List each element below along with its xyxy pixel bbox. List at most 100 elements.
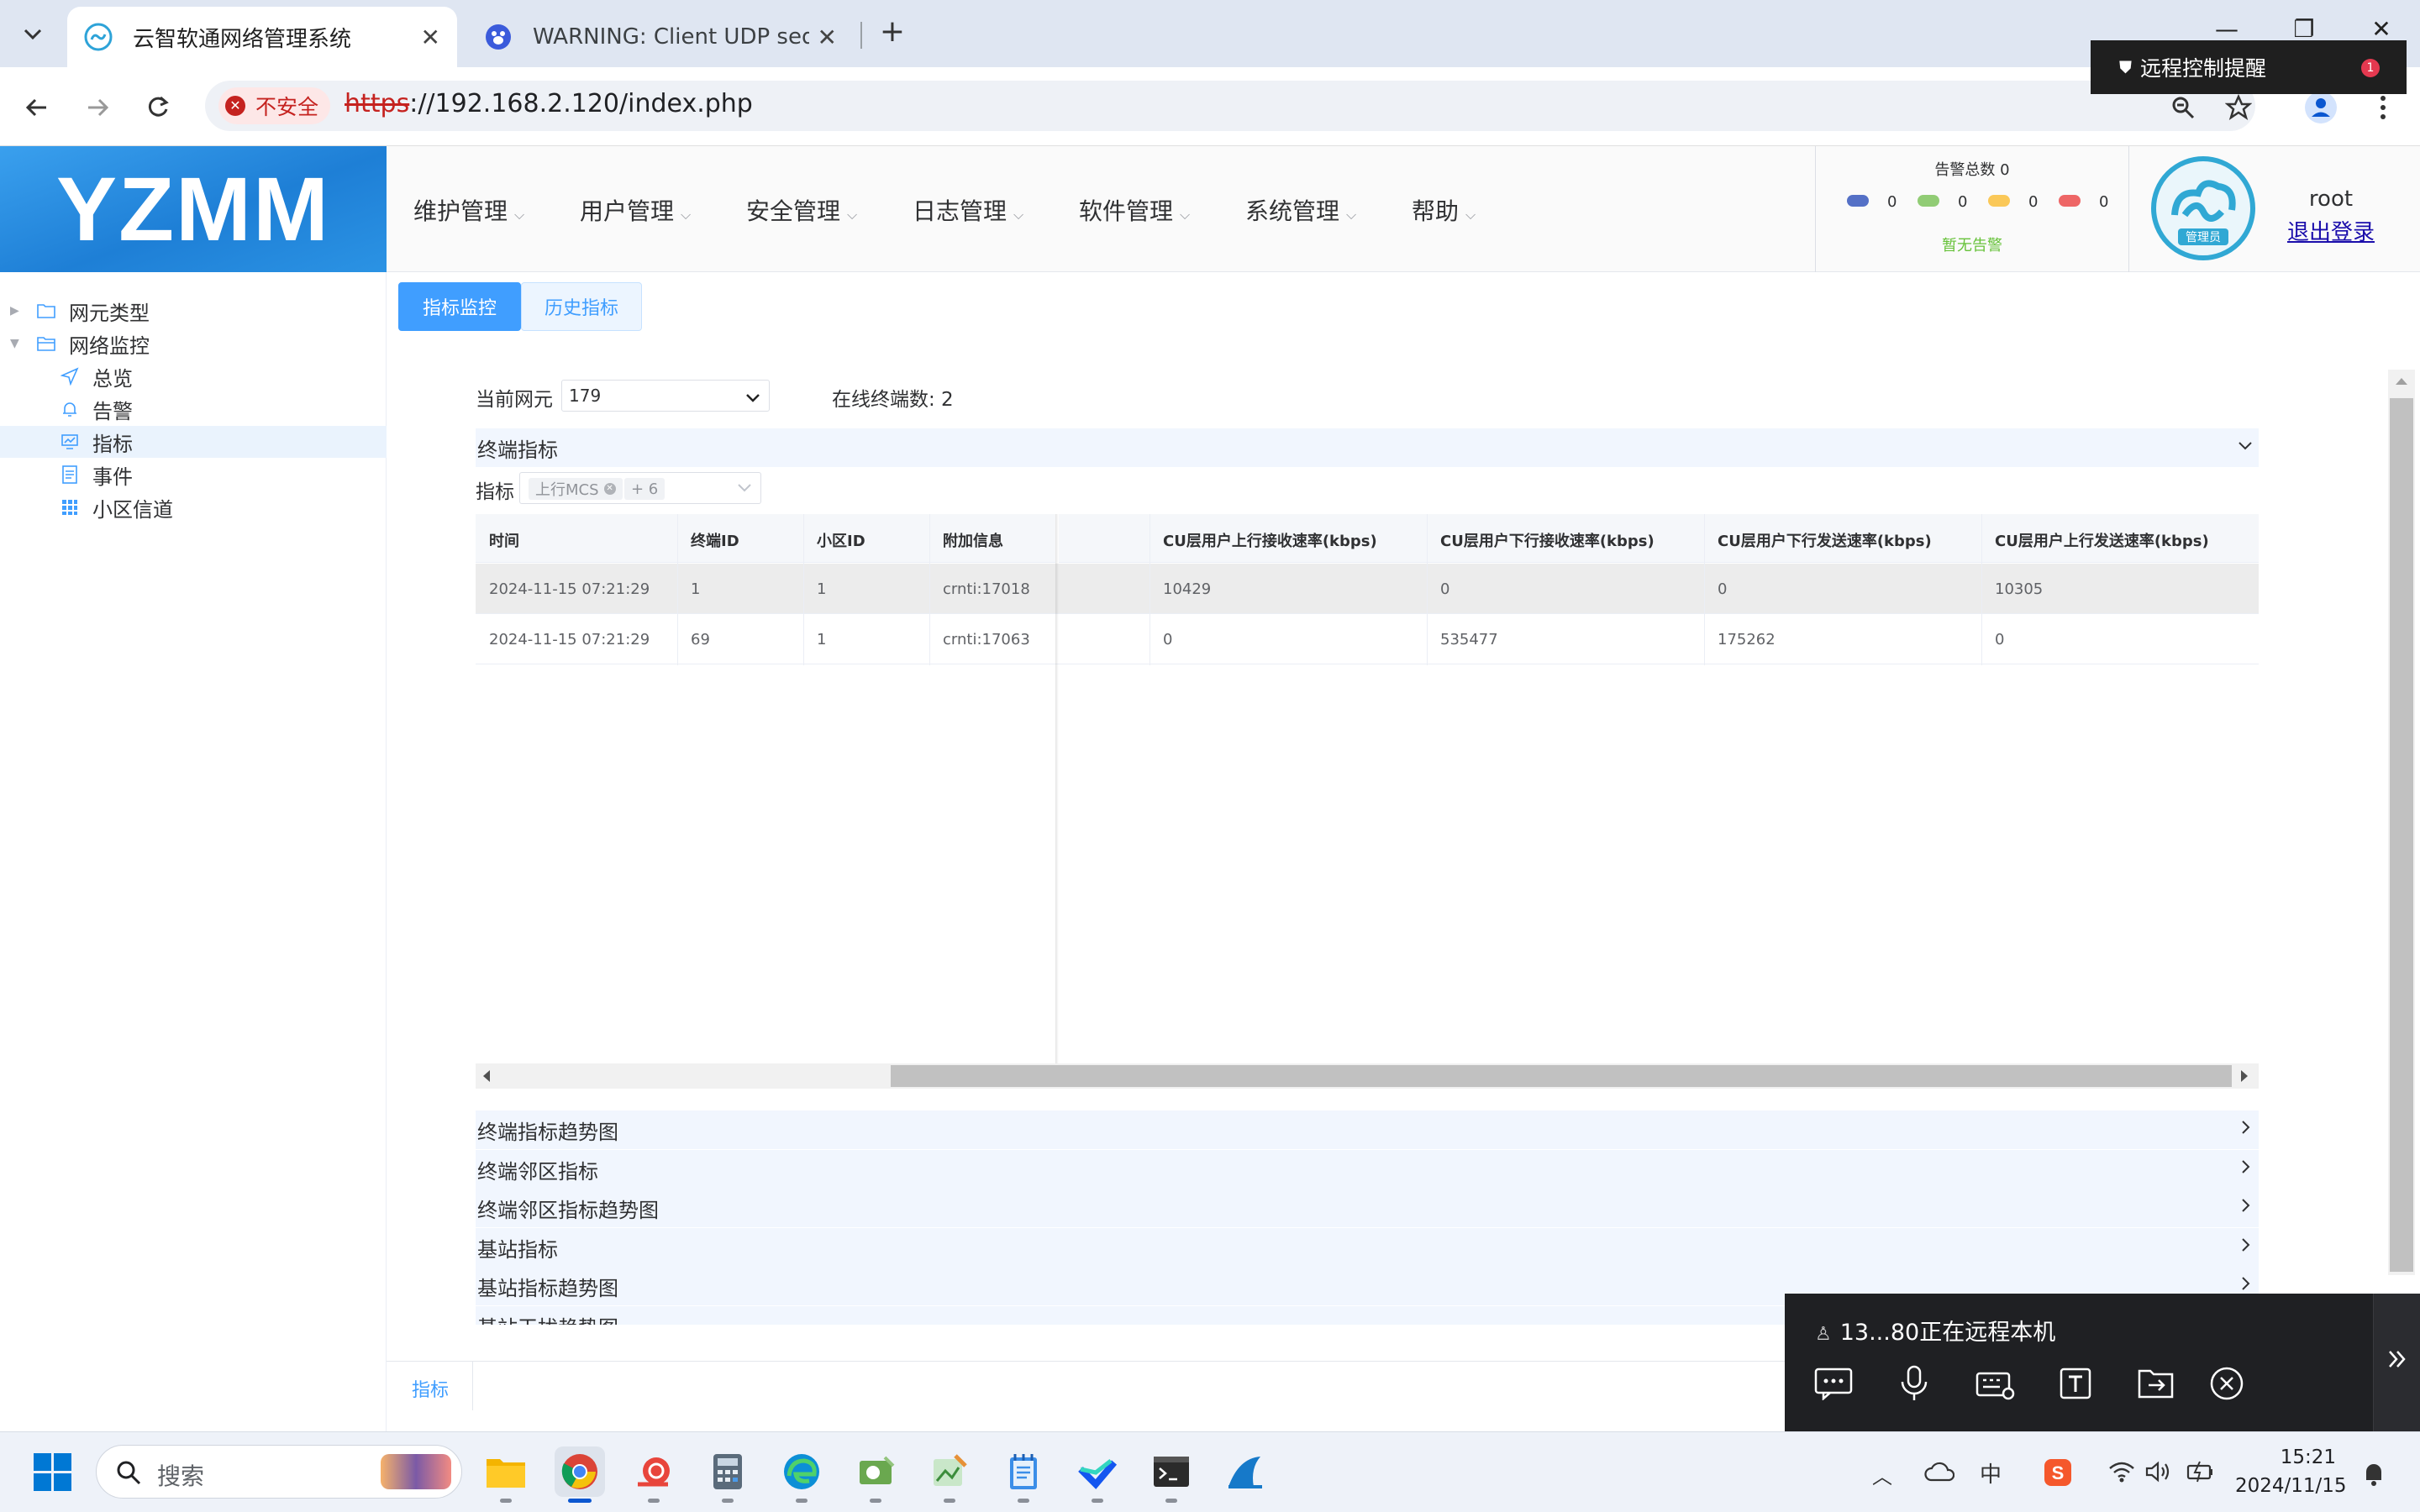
sidebar-item-cell-channel[interactable]: 小区信道 (0, 491, 387, 523)
metric-multiselect[interactable]: 上行MCS ✕ + 6 (519, 472, 761, 504)
sogou-ime-icon[interactable]: S (2044, 1458, 2072, 1490)
menu-system[interactable]: 系统管理 ⌵ (1245, 193, 1356, 227)
tab-active[interactable]: 云智软通网络管理系统 ✕ (67, 7, 457, 67)
avatar[interactable]: 管理员 (2151, 156, 2255, 260)
table-row[interactable] (476, 564, 2259, 614)
close-circle-icon[interactable] (2203, 1362, 2250, 1404)
money-app-icon[interactable] (850, 1446, 901, 1497)
metric-more-tag[interactable]: + 6 (624, 478, 666, 500)
running-indicator (870, 1499, 881, 1503)
tab-realtime-metrics[interactable]: 指标监控 (398, 282, 521, 331)
section-bs-metrics[interactable]: 基站指标 (476, 1228, 2259, 1267)
tab-search-dropdown[interactable] (12, 13, 54, 55)
new-tab-button[interactable]: + (874, 15, 911, 52)
section-neighbor-metrics[interactable]: 终端邻区指标 (476, 1150, 2259, 1189)
chevron-down-icon (2235, 435, 2255, 460)
menu-users[interactable]: 用户管理 ⌵ (580, 193, 691, 227)
text-icon[interactable] (2052, 1362, 2099, 1404)
column-header[interactable]: CU层用户上行发送速率(kbps) (1995, 529, 2209, 551)
logout-link[interactable]: 退出登录 (2286, 215, 2376, 246)
microphone-icon[interactable] (1891, 1362, 1938, 1404)
sidebar-item-alarm[interactable]: 告警 (0, 393, 387, 425)
reload-button[interactable] (134, 84, 182, 131)
table-row[interactable] (476, 614, 2259, 664)
ime-indicator[interactable]: 中 (1980, 1457, 2002, 1488)
sidebar-item-overview[interactable]: 总览 (0, 360, 387, 392)
alarm-pill-minor (1988, 195, 2010, 207)
file-transfer-icon[interactable] (2133, 1362, 2180, 1404)
column-header[interactable]: CU层用户下行接收速率(kbps) (1440, 529, 1655, 551)
table-cell: crnti:17063 (943, 631, 1030, 648)
wifi-icon[interactable] (2107, 1460, 2136, 1487)
close-tab-icon[interactable]: ✕ (421, 24, 440, 51)
menu-security[interactable]: 安全管理 ⌵ (746, 193, 857, 227)
menu-maintenance[interactable]: 维护管理 ⌵ (413, 193, 524, 227)
keyboard-icon[interactable] (1971, 1362, 2018, 1404)
paint-app-icon[interactable] (924, 1446, 975, 1497)
scroll-right-icon[interactable] (2238, 1068, 2250, 1087)
chat-icon[interactable] (1810, 1362, 1857, 1404)
security-chip[interactable]: ✕ 不安全 (218, 87, 331, 124)
close-tab-icon[interactable]: ✕ (818, 24, 837, 51)
running-indicator (500, 1499, 512, 1503)
forward-button[interactable] (74, 84, 121, 131)
taskbar-search[interactable]: 搜索 (96, 1445, 462, 1499)
column-header[interactable]: 时间 (489, 529, 519, 551)
column-header[interactable]: 小区ID (817, 529, 865, 551)
column-header[interactable]: CU层用户上行接收速率(kbps) (1163, 529, 1377, 551)
scroll-up-icon[interactable] (2394, 375, 2409, 391)
sidebar-item-label: 指标 (92, 432, 133, 456)
volume-icon[interactable] (2144, 1460, 2171, 1487)
collapse-panel-button[interactable] (2373, 1294, 2420, 1431)
tree-node-ne-types[interactable]: ▶ 网元类型 (0, 295, 387, 327)
chrome-icon[interactable] (555, 1446, 605, 1497)
horizontal-scroll-thumb[interactable] (891, 1065, 2232, 1087)
file-explorer-icon[interactable] (481, 1446, 531, 1497)
table-cell: 0 (1440, 580, 1450, 598)
divider (472, 1362, 473, 1410)
edge-icon[interactable] (776, 1446, 827, 1497)
bottom-tab-metrics[interactable]: 指标 (412, 1375, 449, 1402)
url-text[interactable]: https://192.168.2.120/index.php (345, 89, 753, 118)
vertical-scroll-thumb[interactable] (2390, 398, 2413, 1272)
menu-logs[interactable]: 日志管理 ⌵ (913, 193, 1023, 227)
tab-inactive[interactable]: WARNING: Client UDP seque ✕ (467, 7, 854, 67)
notepad-icon[interactable] (998, 1446, 1049, 1497)
current-ne-select[interactable]: 179 (561, 380, 770, 412)
running-indicator (796, 1499, 808, 1503)
bell-icon (59, 398, 81, 420)
windows-start-icon[interactable] (34, 1453, 72, 1495)
table-cell: 0 (1718, 580, 1728, 598)
monitor-icon (59, 431, 81, 453)
onedrive-icon[interactable] (1924, 1462, 1955, 1485)
column-header[interactable]: 终端ID (691, 529, 739, 551)
remote-control-notice[interactable]: ⛊ 远程控制提醒 1 (2091, 40, 2407, 94)
column-header[interactable]: 附加信息 (943, 529, 1003, 551)
tray-overflow-icon[interactable]: ︿ (1872, 1460, 1892, 1489)
notification-bell-icon[interactable] (2361, 1460, 2386, 1490)
calculator-icon[interactable] (702, 1446, 753, 1497)
table-cell: 2024-11-15 07:21:29 (489, 580, 650, 598)
menu-help[interactable]: 帮助 ⌵ (1412, 193, 1476, 227)
tree-node-network-monitor[interactable]: ▼ 网络监控 (0, 328, 387, 360)
column-header[interactable]: CU层用户下行发送速率(kbps) (1718, 529, 1932, 551)
feishu-icon[interactable] (1072, 1446, 1123, 1497)
section-neighbor-trend[interactable]: 终端邻区指标趋势图 (476, 1189, 2259, 1227)
snail-app-icon[interactable] (629, 1446, 679, 1497)
back-button[interactable] (13, 84, 60, 131)
admin-avatar-icon: 管理员 (2171, 180, 2236, 245)
tab-history-metrics[interactable]: 历史指标 (521, 282, 642, 331)
menu-software[interactable]: 软件管理 ⌵ (1079, 193, 1190, 227)
sidebar-item-events[interactable]: 事件 (0, 459, 387, 491)
metric-tag[interactable]: 上行MCS ✕ (529, 478, 623, 500)
wireshark-icon[interactable] (1220, 1446, 1270, 1497)
battery-icon[interactable] (2186, 1460, 2215, 1487)
section-terminal-metrics[interactable]: 终端指标 (476, 428, 2259, 467)
sidebar-item-metrics[interactable]: 指标 (0, 426, 387, 458)
scroll-left-icon[interactable] (481, 1068, 492, 1087)
running-indicator (1165, 1499, 1177, 1503)
terminal-icon[interactable] (1146, 1446, 1197, 1497)
taskbar-clock[interactable]: 15:21 2024/11/15 (2235, 1443, 2347, 1500)
tab-title: 云智软通网络管理系统 (133, 26, 352, 52)
section-terminal-trend[interactable]: 终端指标趋势图 (476, 1110, 2259, 1149)
